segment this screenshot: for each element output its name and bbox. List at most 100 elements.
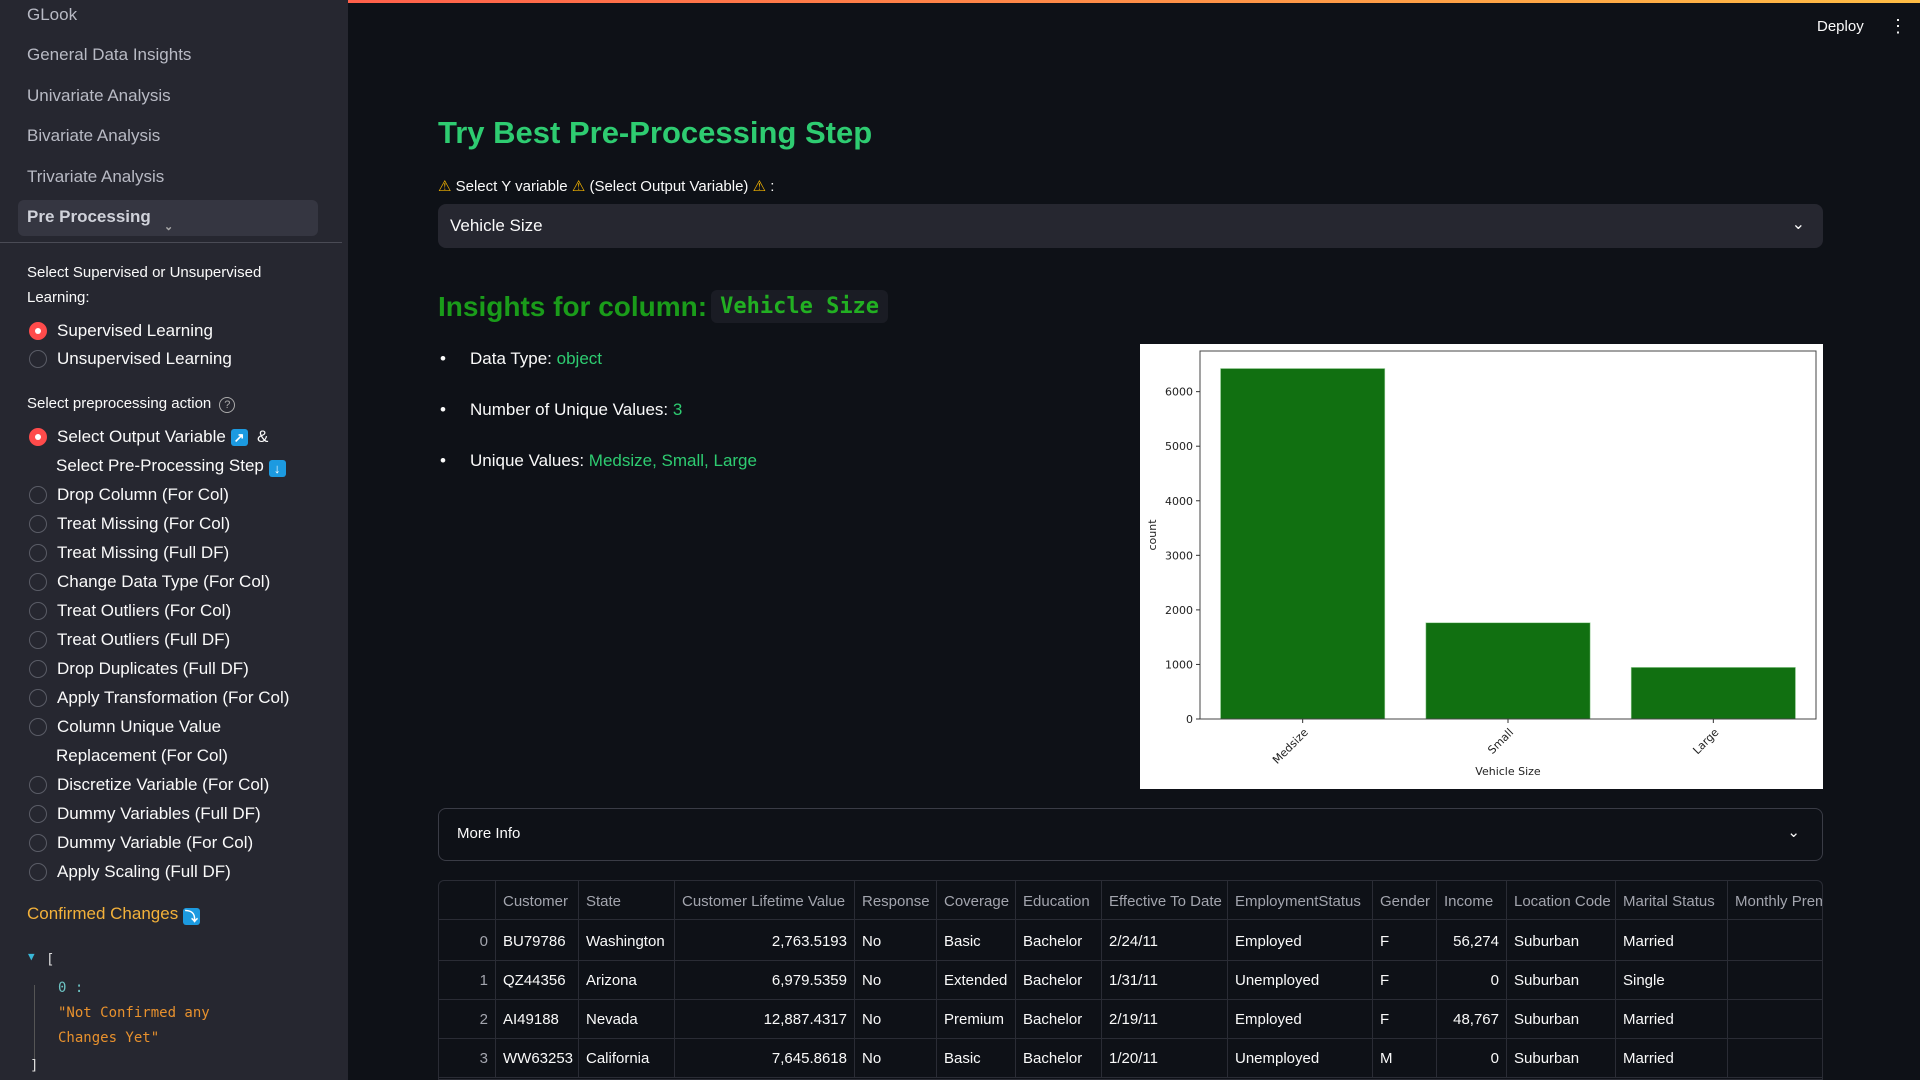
bullet-value: object [556, 349, 603, 368]
table-cell: California [579, 1039, 675, 1078]
column-header[interactable]: Customer Lifetime Value [675, 881, 855, 922]
help-icon[interactable]: ? [219, 397, 236, 413]
column-header[interactable]: Response [855, 881, 937, 922]
table-row: 2 AI49188 Nevada 12,887.4317 No Premium Bachel… [439, 1000, 1822, 1039]
nav-glook[interactable]: GLook [27, 5, 77, 25]
table-cell: Employed [1228, 922, 1373, 961]
table-row: 3 WW63253 California 7,645.8618 No Basic Bache… [439, 1039, 1822, 1078]
table-row: 0 BU79786 Washington 2,763.5193 No Basic Bache… [439, 922, 1822, 961]
column-header[interactable]: Marital Status [1616, 881, 1728, 922]
radio-icon [29, 350, 47, 368]
column-header[interactable]: State [579, 881, 675, 922]
radio-action[interactable]: Column Unique Value [29, 717, 221, 737]
table-cell: Bachelor [1016, 1000, 1102, 1039]
column-header[interactable]: Income [1437, 881, 1507, 922]
ampersand: & [257, 427, 269, 446]
arrow-curve-down-icon: ⤵ [182, 908, 200, 925]
radio-label: Treat Missing (For Col) [57, 514, 231, 533]
nav-general-data-insights[interactable]: General Data Insights [27, 45, 191, 65]
bullet-value: 3 [672, 400, 683, 419]
more-info-expander[interactable]: More Info ⌄ [438, 808, 1823, 861]
radio-select-output-variable[interactable]: Select Output Variable ↗ & [29, 427, 268, 447]
table-cell: Suburban [1507, 922, 1616, 961]
radio-action[interactable]: Dummy Variables (Full DF) [29, 804, 261, 824]
radio-label: Column Unique Value [57, 717, 222, 736]
radio-action[interactable]: Dummy Variable (For Col) [29, 833, 253, 853]
table-cell: 12,887.4317 [675, 1000, 855, 1039]
countplot-chart: 0 1000 2000 3000 4000 5000 6000 Medsize Small Lar… [1140, 344, 1823, 789]
json-key: 0 : [58, 980, 84, 996]
bullet-data-type: • Data Type: object [440, 349, 603, 368]
table-cell: Bachelor [1016, 922, 1102, 961]
radio-label: Dummy Variables (Full DF) [57, 804, 261, 823]
column-header[interactable]: Gender [1373, 881, 1437, 922]
column-header[interactable] [439, 881, 496, 922]
radio-label: Unsupervised Learning [57, 349, 232, 368]
chevron-down-icon: ⌄ [1787, 824, 1800, 841]
deploy-button[interactable]: Deploy [1817, 18, 1864, 35]
column-header[interactable]: EmploymentStatus [1228, 881, 1373, 922]
radio-icon [29, 863, 47, 881]
radio-icon [29, 573, 47, 591]
x-axis-label: Vehicle Size [1475, 765, 1541, 778]
dataframe-table[interactable]: Customer State Customer Lifetime Value Resp… [438, 880, 1823, 1080]
radio-action[interactable]: Treat Missing (For Col) [29, 514, 230, 534]
y-axis-label: count [1146, 519, 1159, 551]
radio-unsupervised[interactable]: Unsupervised Learning [29, 349, 232, 369]
table-cell: Basic [937, 922, 1016, 961]
radio-label: Treat Missing (Full DF) [57, 543, 230, 562]
table-cell [1728, 922, 1822, 961]
radio-label: Apply Transformation (For Col) [57, 688, 290, 707]
nav-pre-processing[interactable]: Pre Processing ⌄ [18, 200, 318, 236]
radio-action[interactable]: Treat Outliers (Full DF) [29, 630, 230, 650]
table-cell: M [1373, 1039, 1437, 1078]
radio-label: Select Pre-Processing Step [56, 456, 264, 475]
table-cell: No [855, 1039, 937, 1078]
bar-large [1630, 667, 1796, 720]
radio-action[interactable]: Drop Duplicates (Full DF) [29, 659, 249, 679]
column-header[interactable]: Coverage [937, 881, 1016, 922]
bar-medsize [1220, 368, 1386, 720]
nav-label: Pre Processing [27, 207, 151, 226]
radio-action[interactable]: Treat Missing (Full DF) [29, 543, 229, 563]
radio-icon [29, 689, 47, 707]
label-text: (Select Output Variable) [589, 178, 749, 195]
table-cell: 1 [439, 961, 496, 1000]
radio-action[interactable]: Apply Scaling (Full DF) [29, 862, 231, 882]
chevron-down-icon[interactable]: ⌄ [164, 220, 173, 233]
table-cell: Suburban [1507, 1039, 1616, 1078]
column-header[interactable]: Education [1016, 881, 1102, 922]
arrow-down-icon: ↓ [268, 460, 286, 477]
label-text: : [770, 178, 775, 195]
table-cell: 56,274 [1437, 922, 1507, 961]
column-header[interactable]: Customer [496, 881, 579, 922]
more-menu-icon[interactable]: ⋮ [1889, 16, 1907, 37]
radio-label: Drop Column (For Col) [57, 485, 229, 504]
table-cell: F [1373, 961, 1437, 1000]
radio-action[interactable]: Change Data Type (For Col) [29, 572, 270, 592]
table-cell: Premium [937, 1000, 1016, 1039]
bullet-key: Unique Values: [470, 451, 585, 470]
expander-label: More Info [457, 825, 521, 842]
table-cell: 0 [1437, 961, 1507, 1000]
column-header[interactable]: Monthly Prem [1728, 881, 1822, 922]
radio-icon [29, 805, 47, 823]
table-cell [1728, 1039, 1822, 1078]
collapse-triangle-icon[interactable]: ▼ [28, 950, 35, 963]
radio-action[interactable]: Treat Outliers (For Col) [29, 601, 231, 621]
nav-univariate-analysis[interactable]: Univariate Analysis [27, 86, 171, 106]
y-variable-select[interactable]: Vehicle Size ⌄ [438, 204, 1823, 248]
radio-label: Drop Duplicates (Full DF) [57, 659, 249, 678]
radio-label: Discretize Variable (For Col) [57, 775, 270, 794]
nav-bivariate-analysis[interactable]: Bivariate Analysis [27, 126, 160, 146]
radio-action[interactable]: Drop Column (For Col) [29, 485, 229, 505]
radio-action[interactable]: Apply Transformation (For Col) [29, 688, 289, 708]
column-header[interactable]: Effective To Date [1102, 881, 1228, 922]
radio-icon [29, 486, 47, 504]
column-header[interactable]: Location Code [1507, 881, 1616, 922]
radio-action[interactable]: Discretize Variable (For Col) [29, 775, 269, 795]
radio-supervised[interactable]: Supervised Learning [29, 321, 213, 341]
sidebar: GLook General Data Insights Univariate A… [0, 0, 348, 1080]
table-cell: QZ44356 [496, 961, 579, 1000]
nav-trivariate-analysis[interactable]: Trivariate Analysis [27, 167, 164, 187]
